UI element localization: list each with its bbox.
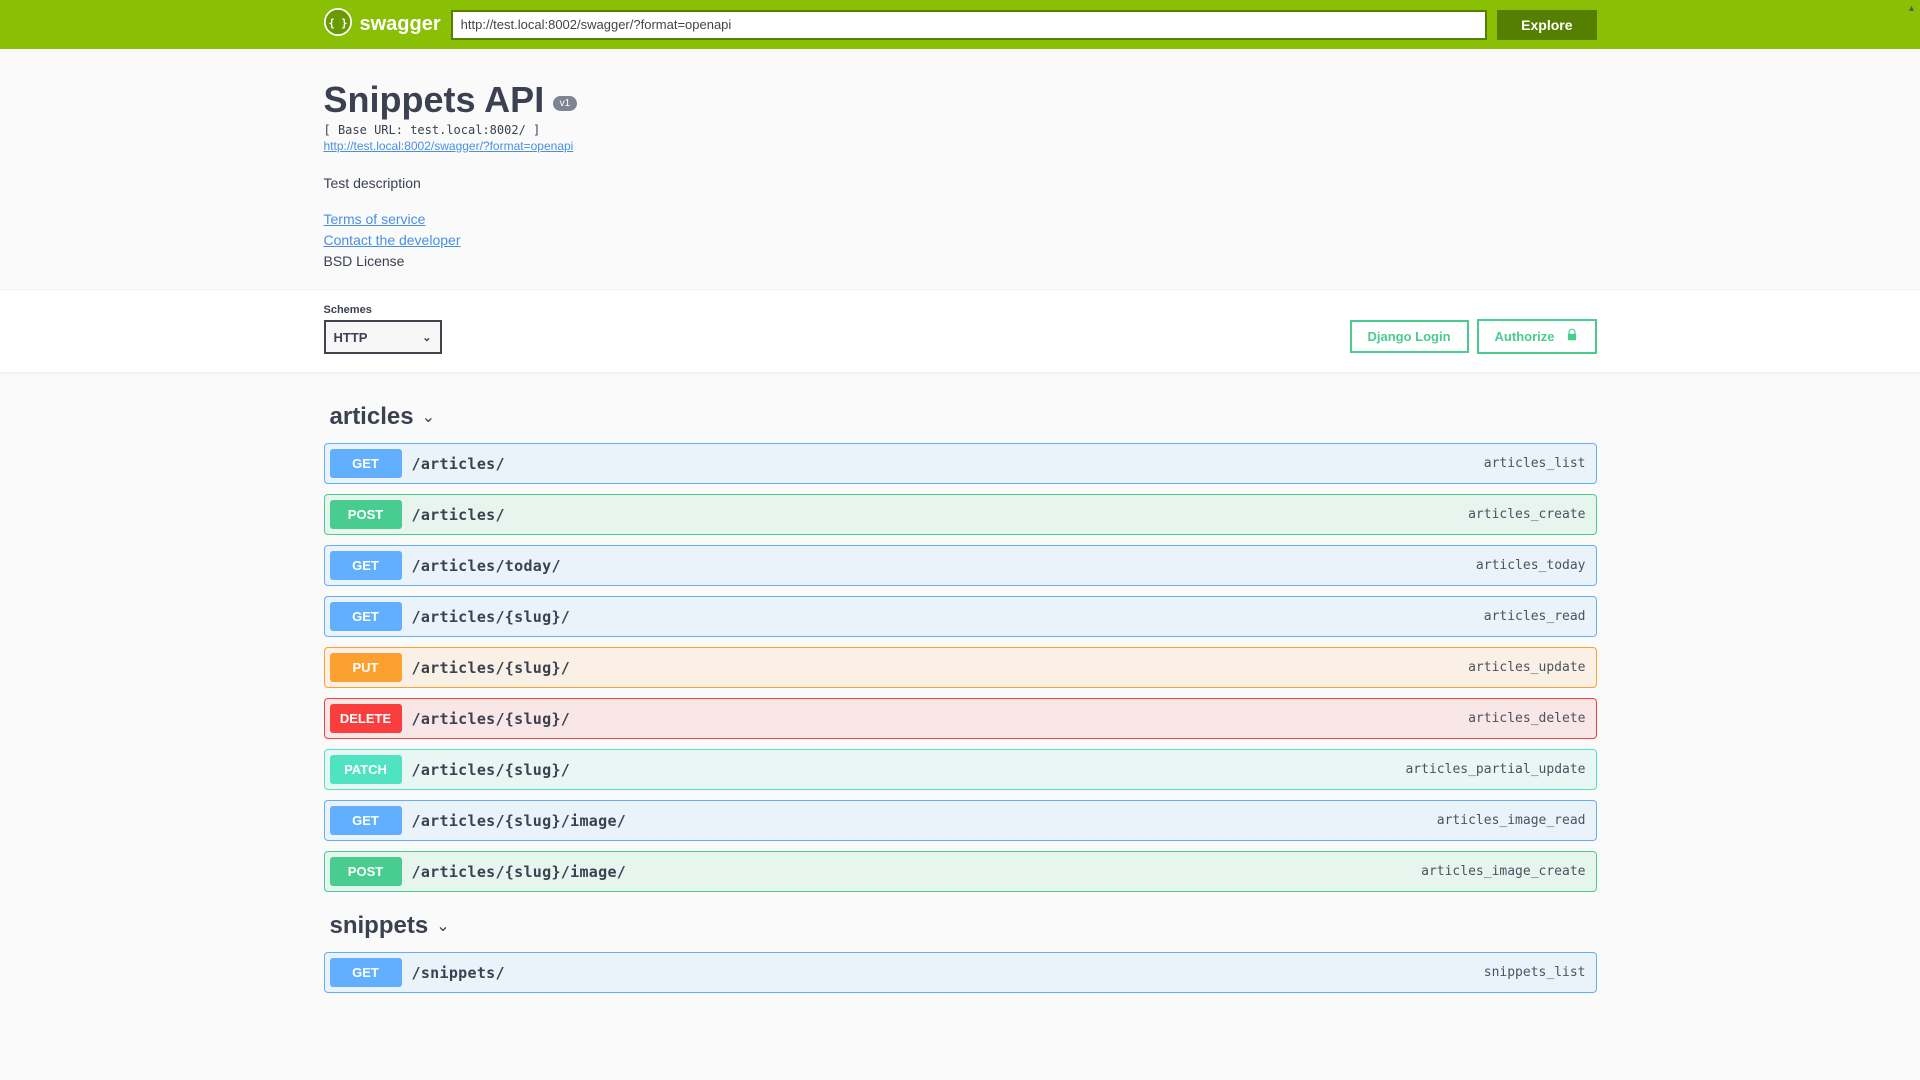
op-id: articles_create	[1468, 507, 1585, 522]
method-badge: GET	[330, 806, 402, 835]
opblock-articles_today[interactable]: GET/articles/today/articles_today	[324, 545, 1597, 586]
op-path: /articles/	[412, 455, 1484, 473]
base-url: [ Base URL: test.local:8002/ ]	[324, 123, 1597, 137]
spec-url-link[interactable]: http://test.local:8002/swagger/?format=o…	[324, 139, 1597, 153]
chevron-down-icon: ⌄	[422, 407, 435, 427]
scheme-selected-value: HTTP	[334, 330, 368, 345]
django-login-label: Django Login	[1368, 329, 1451, 344]
operations-section: articles ⌄ GET/articles/articles_list POS…	[324, 373, 1597, 993]
opblock-articles_read[interactable]: GET/articles/{slug}/articles_read	[324, 596, 1597, 637]
op-path: /articles/{slug}/image/	[412, 812, 1437, 830]
scrollbar-top-arrow[interactable]: ▴	[1904, 1, 1919, 16]
op-path: /articles/	[412, 506, 1469, 524]
method-badge: PATCH	[330, 755, 402, 784]
swagger-logo-icon: { }	[324, 8, 352, 42]
op-id: articles_delete	[1468, 711, 1585, 726]
opblock-articles_create[interactable]: POST/articles/articles_create	[324, 494, 1597, 535]
opblock-snippets_list[interactable]: GET/snippets/snippets_list	[324, 952, 1597, 993]
topbar: { } swagger Explore	[0, 0, 1920, 49]
method-badge: GET	[330, 551, 402, 580]
method-badge: GET	[330, 958, 402, 987]
swagger-logo[interactable]: { } swagger	[324, 8, 441, 42]
op-path: /articles/{slug}/	[412, 659, 1469, 677]
info-section: Snippets API v1 [ Base URL: test.local:8…	[324, 49, 1597, 289]
opblock-articles_update[interactable]: PUT/articles/{slug}/articles_update	[324, 647, 1597, 688]
chevron-down-icon: ⌄	[436, 916, 449, 936]
op-path: /snippets/	[412, 964, 1484, 982]
terms-of-service-link[interactable]: Terms of service	[324, 211, 1597, 227]
op-path: /articles/today/	[412, 557, 1476, 575]
schemes-label: Schemes	[324, 304, 442, 316]
op-path: /articles/{slug}/	[412, 608, 1484, 626]
op-id: articles_partial_update	[1405, 762, 1585, 777]
opblock-articles_list[interactable]: GET/articles/articles_list	[324, 443, 1597, 484]
method-badge: GET	[330, 449, 402, 478]
method-badge: PUT	[330, 653, 402, 682]
tag-snippets-name: snippets	[330, 912, 429, 940]
contact-developer-link[interactable]: Contact the developer	[324, 232, 1597, 248]
op-id: articles_read	[1484, 609, 1586, 624]
lock-icon	[1565, 328, 1579, 345]
opblock-articles_image_read[interactable]: GET/articles/{slug}/image/articles_image…	[324, 800, 1597, 841]
method-badge: POST	[330, 500, 402, 529]
license-text: BSD License	[324, 253, 1597, 269]
version-badge: v1	[553, 96, 578, 111]
op-path: /articles/{slug}/	[412, 710, 1469, 728]
tag-articles[interactable]: articles ⌄	[324, 393, 1597, 443]
spec-url-input[interactable]	[451, 10, 1487, 40]
method-badge: GET	[330, 602, 402, 631]
op-path: /articles/{slug}/	[412, 761, 1406, 779]
explore-button[interactable]: Explore	[1497, 10, 1596, 40]
opblock-articles_delete[interactable]: DELETE/articles/{slug}/articles_delete	[324, 698, 1597, 739]
api-description: Test description	[324, 175, 1597, 191]
op-path: /articles/{slug}/image/	[412, 863, 1422, 881]
op-id: articles_image_create	[1421, 864, 1585, 879]
tag-snippets[interactable]: snippets ⌄	[324, 902, 1597, 952]
tag-articles-name: articles	[330, 403, 414, 431]
opblock-articles_image_create[interactable]: POST/articles/{slug}/image/articles_imag…	[324, 851, 1597, 892]
authorize-label: Authorize	[1495, 329, 1555, 344]
method-badge: DELETE	[330, 704, 402, 733]
op-id: articles_update	[1468, 660, 1585, 675]
django-login-button[interactable]: Django Login	[1350, 320, 1469, 353]
op-id: articles_image_read	[1437, 813, 1586, 828]
op-id: articles_list	[1484, 456, 1586, 471]
opblock-articles_partial_update[interactable]: PATCH/articles/{slug}/articles_partial_u…	[324, 749, 1597, 790]
scheme-bar: Schemes HTTP ⌄ Django Login Authorize	[0, 289, 1920, 373]
chevron-down-icon: ⌄	[422, 331, 431, 344]
method-badge: POST	[330, 857, 402, 886]
op-id: snippets_list	[1484, 965, 1586, 980]
api-title: Snippets API	[324, 79, 545, 120]
swagger-logo-text: swagger	[360, 13, 441, 36]
op-id: articles_today	[1476, 558, 1586, 573]
svg-text:{ }: { }	[328, 17, 347, 29]
scheme-select[interactable]: HTTP ⌄	[324, 320, 442, 354]
authorize-button[interactable]: Authorize	[1477, 319, 1597, 354]
